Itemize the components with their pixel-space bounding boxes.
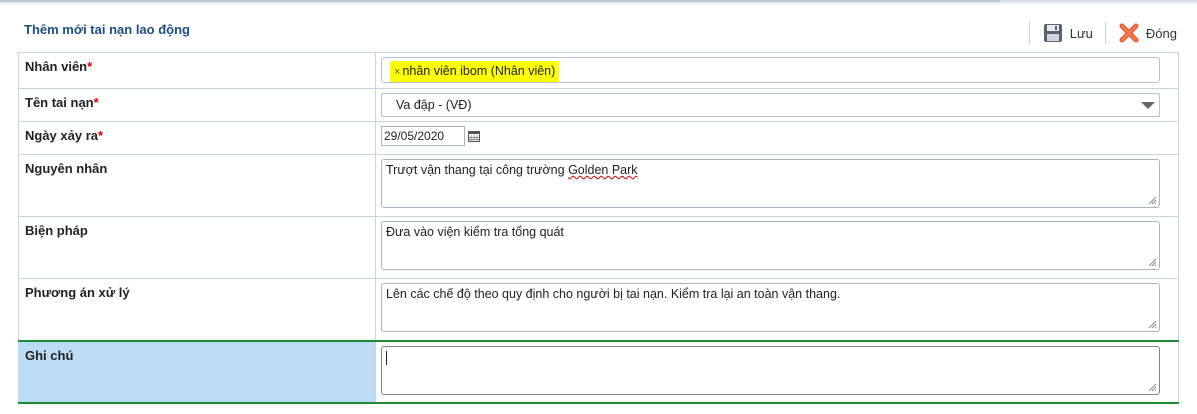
field-cell: × nhân viên ibom (Nhân viên) <box>375 52 1179 89</box>
toolbar: Lưu Đóng <box>1028 18 1189 48</box>
dialog-title: Thêm mới tai nạn lao động <box>24 22 190 37</box>
dialog-header: Thêm mới tai nạn lao động Lưu Đóng <box>0 4 1197 48</box>
field-label: Ngày xảy ra* <box>18 121 376 155</box>
date-input[interactable]: 29/05/2020 <box>381 126 465 146</box>
cause-text: Trượt vận thang tại công trường <box>386 163 569 177</box>
field-label: Ghi chú <box>18 339 376 404</box>
red-x-icon <box>1119 23 1139 43</box>
required-mark: * <box>93 95 99 110</box>
field-label: Nguyên nhân <box>18 154 376 217</box>
resize-grip-icon[interactable] <box>1147 319 1157 329</box>
close-label: Đóng <box>1145 25 1177 41</box>
employee-tag-text: nhân viên ibom (Nhân viên) <box>402 64 556 78</box>
tag-remove-button[interactable]: × <box>394 66 400 78</box>
form-row-date: Ngày xảy ra* 29/05/2020 <box>18 121 1179 155</box>
form-row-note: Ghi chú <box>18 339 1179 404</box>
field-label: Phương án xử lý <box>18 278 376 341</box>
save-button[interactable]: Lưu <box>1042 22 1093 44</box>
form-row-measure: Biện pháp Đưa vào viện kiểm tra tổng quá… <box>18 216 1179 279</box>
date-label: Ngày xảy ra <box>25 128 98 143</box>
cause-text-misspelled: Golden Park <box>568 163 638 177</box>
top-tab-indicator <box>0 0 1000 2</box>
note-textarea[interactable] <box>381 345 1160 395</box>
save-label: Lưu <box>1069 25 1093 41</box>
toolbar-separator <box>1028 22 1030 44</box>
field-label: Tên tai nạn* <box>18 88 376 122</box>
calendar-icon[interactable] <box>468 130 480 142</box>
close-button[interactable]: Đóng <box>1118 22 1177 44</box>
field-cell: Đưa vào viện kiểm tra tổng quát <box>375 216 1179 279</box>
field-cell: Va đập - (VĐ) <box>375 88 1179 122</box>
note-label: Ghi chú <box>25 347 74 363</box>
cause-textarea[interactable]: Trượt vận thang tại công trường Golden P… <box>381 159 1160 208</box>
floppy-disk-icon <box>1043 24 1062 42</box>
toolbar-separator <box>1104 22 1106 44</box>
accident-form: Nhân viên* × nhân viên ibom (Nhân viên) T… <box>18 52 1179 404</box>
required-mark: * <box>87 59 93 74</box>
employee-tag-input[interactable]: × nhân viên ibom (Nhân viên) <box>381 57 1160 83</box>
accident-name-select[interactable]: Va đập - (VĐ) <box>381 93 1160 117</box>
form-row-accident-name: Tên tai nạn* Va đập - (VĐ) <box>18 88 1179 122</box>
resize-grip-icon[interactable] <box>1147 195 1157 205</box>
employee-tag: × nhân viên ibom (Nhân viên) <box>390 61 560 82</box>
field-label: Biện pháp <box>18 216 376 279</box>
employee-label: Nhân viên <box>25 59 88 74</box>
field-cell: Trượt vận thang tại công trường Golden P… <box>375 154 1179 217</box>
form-row-handling: Phương án xử lý Lên các chế độ theo quy … <box>18 278 1179 341</box>
accident-name-value: Va đập - (VĐ) <box>396 98 472 112</box>
measure-text: Đưa vào viện kiểm tra tổng quát <box>386 225 564 239</box>
form-row-employee: Nhân viên* × nhân viên ibom (Nhân viên) <box>18 52 1179 89</box>
accident-name-label: Tên tai nạn <box>25 95 94 110</box>
handling-label: Phương án xử lý <box>25 285 130 300</box>
handling-text: Lên các chế độ theo quy định cho người b… <box>386 287 841 301</box>
field-cell: 29/05/2020 <box>375 121 1179 155</box>
field-cell <box>375 339 1179 404</box>
date-picker: 29/05/2020 <box>381 126 1160 146</box>
field-cell: Lên các chế độ theo quy định cho người b… <box>375 278 1179 341</box>
resize-grip-icon[interactable] <box>1147 257 1157 267</box>
resize-grip-icon[interactable] <box>1147 382 1157 392</box>
chevron-down-icon <box>1141 102 1155 109</box>
measure-label: Biện pháp <box>25 223 88 238</box>
handling-textarea[interactable]: Lên các chế độ theo quy định cho người b… <box>381 283 1160 332</box>
measure-textarea[interactable]: Đưa vào viện kiểm tra tổng quát <box>381 221 1160 270</box>
text-caret <box>386 350 387 365</box>
required-mark: * <box>98 128 104 143</box>
form-row-cause: Nguyên nhân Trượt vận thang tại công trư… <box>18 154 1179 217</box>
field-label: Nhân viên* <box>18 52 376 89</box>
cause-label: Nguyên nhân <box>25 161 108 176</box>
